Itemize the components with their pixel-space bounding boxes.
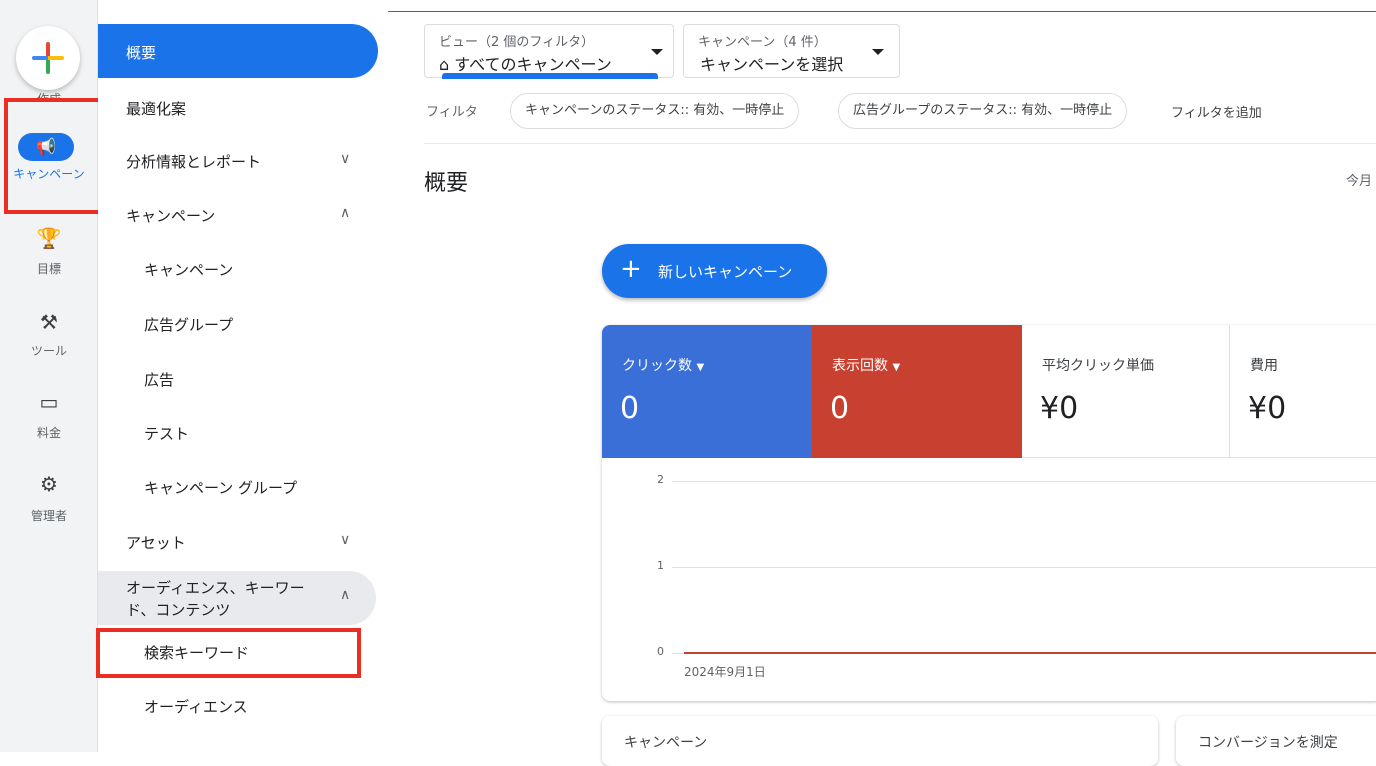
metric-value: 0 <box>830 391 850 426</box>
metric-label-text: 表示回数 <box>832 358 888 374</box>
conversion-card: コンバージョンを測定 <box>1176 716 1376 766</box>
performance-card: クリック数 ▼ 0 表示回数 ▼ 0 平均クリック単価 ¥0 費用 ¥0 2 1… <box>602 325 1376 701</box>
nav-item-recommendations[interactable]: 最適化案 <box>98 98 378 122</box>
gridline <box>672 567 1376 568</box>
nav-item-campaigns[interactable]: キャンペーン <box>98 259 378 283</box>
nav-item-label: 分析情報とレポート <box>126 153 262 171</box>
gridline <box>672 481 1376 482</box>
home-icon: ⌂ <box>439 55 455 74</box>
dropdown-arrow-icon: ▼ <box>696 362 705 373</box>
metric-label: クリック数 ▼ <box>622 355 704 375</box>
highlight-box-campaigns <box>4 98 102 214</box>
nav-item-assets[interactable]: アセット ∨ <box>98 532 378 556</box>
highlight-box-search-keywords <box>96 628 361 678</box>
metric-label: 表示回数 ▼ <box>832 355 900 375</box>
metric-avg-cpc[interactable]: 平均クリック単価 ¥0 <box>1022 325 1230 458</box>
nav-item-audiences[interactable]: オーディエンス <box>98 696 378 720</box>
add-filter-link[interactable]: フィルタを追加 <box>1171 102 1262 121</box>
metric-impressions[interactable]: 表示回数 ▼ 0 <box>812 325 1022 458</box>
nav-item-label-line: ド、コンテンツ <box>126 601 231 619</box>
nav-item-audiences-keywords-content[interactable]: オーディエンス、キーワー ド、コンテンツ ∧ <box>98 571 376 625</box>
nav-item-campaigns-group[interactable]: キャンペーン ∧ <box>98 205 378 229</box>
nav-item-label: テスト <box>144 425 190 443</box>
metric-value: ¥0 <box>1040 391 1079 426</box>
filter-chip-campaign-status[interactable]: キャンペーンのステータス:: 有効、一時停止 <box>510 93 800 129</box>
nav-item-label: 概要 <box>126 44 157 62</box>
view-dropdown-value-text: すべてのキャンペーン <box>454 55 612 74</box>
chevron-down-icon: ∨ <box>340 532 351 548</box>
nav-item-campaign-groups[interactable]: キャンペーン グループ <box>98 477 378 501</box>
nav-item-label: キャンペーン グループ <box>144 479 298 497</box>
filter-chip-adgroup-status[interactable]: 広告グループのステータス:: 有効、一時停止 <box>838 93 1128 129</box>
view-dropdown-value: ⌂ すべてのキャンペーン <box>439 51 612 75</box>
metric-value: ¥0 <box>1248 391 1287 426</box>
nav-item-label: キャンペーン <box>126 207 216 225</box>
nav-item-overview[interactable]: 概要 <box>98 24 378 78</box>
campaign-dropdown-value: キャンペーンを選択 <box>700 55 844 74</box>
nav-item-label-line: オーディエンス、キーワー <box>126 579 305 597</box>
trophy-icon[interactable]: 🏆 <box>0 226 98 250</box>
plus-icon: + <box>620 254 642 284</box>
metric-clicks[interactable]: クリック数 ▼ 0 <box>602 325 812 458</box>
plus-icon-bar <box>32 56 64 60</box>
chevron-up-icon: ∧ <box>340 205 351 221</box>
view-dropdown-caption: ビュー（2 個のフィルタ） <box>439 35 595 50</box>
nav-item-label: オーディエンス、キーワー ド、コンテンツ <box>126 577 305 621</box>
view-dropdown[interactable]: ビュー（2 個のフィルタ） ⌂ すべてのキャンペーン <box>424 24 674 79</box>
nav-item-label: 最適化案 <box>126 100 187 118</box>
rail-item-admin-label[interactable]: 管理者 <box>0 507 98 524</box>
campaigns-card: キャンペーン <box>602 716 1158 766</box>
rail-item-tools-label[interactable]: ツール <box>0 342 98 359</box>
campaign-dropdown[interactable]: キャンペーン（4 件） キャンペーンを選択 <box>683 24 900 78</box>
nav-item-ads[interactable]: 広告 <box>98 369 378 393</box>
create-button[interactable] <box>16 26 80 90</box>
view-dropdown-active-indicator <box>442 73 658 79</box>
nav-item-ad-groups[interactable]: 広告グループ <box>98 314 378 338</box>
credit-card-icon[interactable]: ▭ <box>0 390 98 414</box>
page-title: 概要 <box>424 171 469 196</box>
nav-item-label: 広告 <box>144 371 175 389</box>
conversion-card-title: コンバージョンを測定 <box>1198 735 1338 751</box>
campaign-dropdown-caption: キャンペーン（4 件） <box>698 35 827 50</box>
metric-cost[interactable]: 費用 ¥0 <box>1230 325 1376 458</box>
chevron-up-icon: ∧ <box>340 587 351 603</box>
nav-item-label: キャンペーン <box>144 261 234 279</box>
new-campaign-label: 新しいキャンペーン <box>658 263 793 281</box>
tools-icon[interactable]: ⚒ <box>0 310 98 334</box>
nav-item-experiments[interactable]: テスト <box>98 423 378 447</box>
nav-item-label: アセット <box>126 534 186 552</box>
dropdown-arrow-icon: ▼ <box>892 362 901 373</box>
y-tick-label: 2 <box>657 473 664 486</box>
nav-item-label: オーディエンス <box>144 698 248 716</box>
date-range-selector[interactable]: 今月 <box>1346 170 1376 189</box>
new-campaign-button[interactable]: + 新しいキャンペーン <box>602 244 827 298</box>
y-tick-label: 1 <box>657 559 664 572</box>
campaigns-card-title: キャンペーン <box>624 735 708 751</box>
nav-item-label: 広告グループ <box>144 316 234 334</box>
filter-label: フィルタ <box>426 105 478 120</box>
metric-label: 費用 <box>1250 358 1278 374</box>
y-tick-label: 0 <box>657 645 664 658</box>
dropdown-arrow-icon <box>872 49 884 55</box>
nav-item-insights-reports[interactable]: 分析情報とレポート ∨ <box>98 151 378 175</box>
metric-label: 平均クリック単価 <box>1042 358 1154 374</box>
header-divider <box>424 143 1376 144</box>
dropdown-arrow-icon <box>651 49 663 55</box>
gear-icon[interactable]: ⚙ <box>0 472 98 496</box>
metric-label-text: クリック数 <box>622 358 692 374</box>
rail-item-goals-label[interactable]: 目標 <box>0 260 98 277</box>
chevron-down-icon: ∨ <box>340 151 351 167</box>
series-line-impressions <box>684 652 1376 654</box>
x-tick-label: 2024年9月1日 <box>684 665 766 679</box>
rail-item-billing-label[interactable]: 料金 <box>0 424 98 441</box>
metric-value: 0 <box>620 391 640 426</box>
